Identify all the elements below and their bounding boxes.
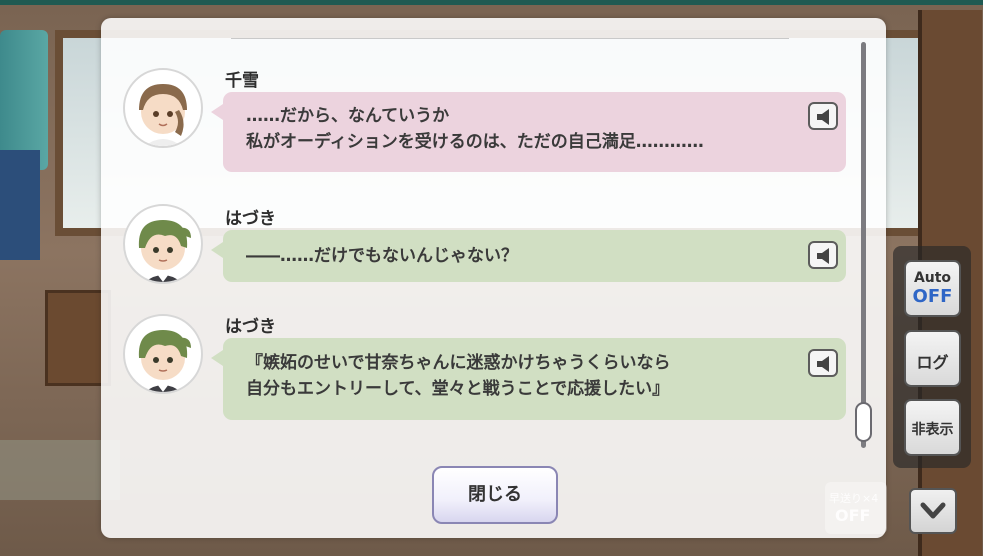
dialogue-line: 自分もエントリーして、堂々と戦うことで応援したい』 bbox=[246, 379, 670, 399]
dialogue-bubble: ――……だけでもないんじゃない？ bbox=[211, 230, 846, 282]
dialogue-line: 私がオーディションを受けるのは、ただの自己満足………… bbox=[246, 132, 704, 152]
menu-toggle-button[interactable] bbox=[909, 488, 957, 534]
avatar-hazuki bbox=[123, 204, 203, 284]
dialogue-line: 『嫉妬のせいで甘奈ちゃんに迷惑かけちゃうくらいなら bbox=[246, 353, 671, 373]
hide-label: 非表示 bbox=[911, 422, 954, 438]
dialogue-bubble: ……だから、なんていうか 私がオーディションを受けるのは、ただの自己満足………… bbox=[211, 92, 846, 172]
log-label: ログ bbox=[916, 353, 949, 372]
fast-forward-label: 早送り×4 bbox=[829, 492, 879, 505]
fast-forward-state: OFF bbox=[835, 506, 871, 525]
dialogue-bubble: 『嫉妬のせいで甘奈ちゃんに迷惑かけちゃうくらいなら 自分もエントリーして、堂々と… bbox=[211, 338, 846, 420]
speaker-name: はづき bbox=[225, 209, 276, 229]
divider bbox=[231, 38, 789, 39]
voice-replay-button[interactable] bbox=[808, 349, 838, 377]
speaker-name: はづき bbox=[225, 317, 276, 337]
auto-label: Auto bbox=[913, 270, 952, 286]
scrollbar-thumb[interactable] bbox=[855, 402, 872, 442]
log-button[interactable]: ログ bbox=[904, 330, 961, 387]
avatar-hazuki bbox=[123, 314, 203, 394]
scrollbar-track[interactable] bbox=[861, 42, 866, 448]
hanging-jacket bbox=[0, 30, 48, 170]
fast-forward-button[interactable]: 早送り×4 OFF bbox=[825, 482, 887, 534]
chevron-down-icon bbox=[920, 502, 946, 519]
dialogue-line: ――……だけでもないんじゃない？ bbox=[246, 246, 518, 266]
wall-poster bbox=[0, 150, 40, 260]
speaker-icon bbox=[817, 109, 829, 125]
close-button[interactable]: 閉じる bbox=[432, 466, 558, 524]
voice-replay-button[interactable] bbox=[808, 102, 838, 130]
log-panel: 千雪 ……だから、なんていうか 私がオーディションを受けるのは、ただの自己満足…… bbox=[101, 18, 886, 538]
voice-replay-button[interactable] bbox=[808, 241, 838, 269]
avatar-chiyuki bbox=[123, 68, 203, 148]
hide-button[interactable]: 非表示 bbox=[904, 399, 961, 456]
speaker-icon bbox=[817, 248, 829, 264]
dialogue-line: ……だから、なんていうか bbox=[246, 106, 450, 126]
speaker-icon bbox=[817, 356, 829, 372]
auto-state: OFF bbox=[912, 286, 953, 307]
speaker-name: 千雪 bbox=[225, 71, 259, 91]
auto-button[interactable]: Auto OFF bbox=[904, 260, 961, 317]
